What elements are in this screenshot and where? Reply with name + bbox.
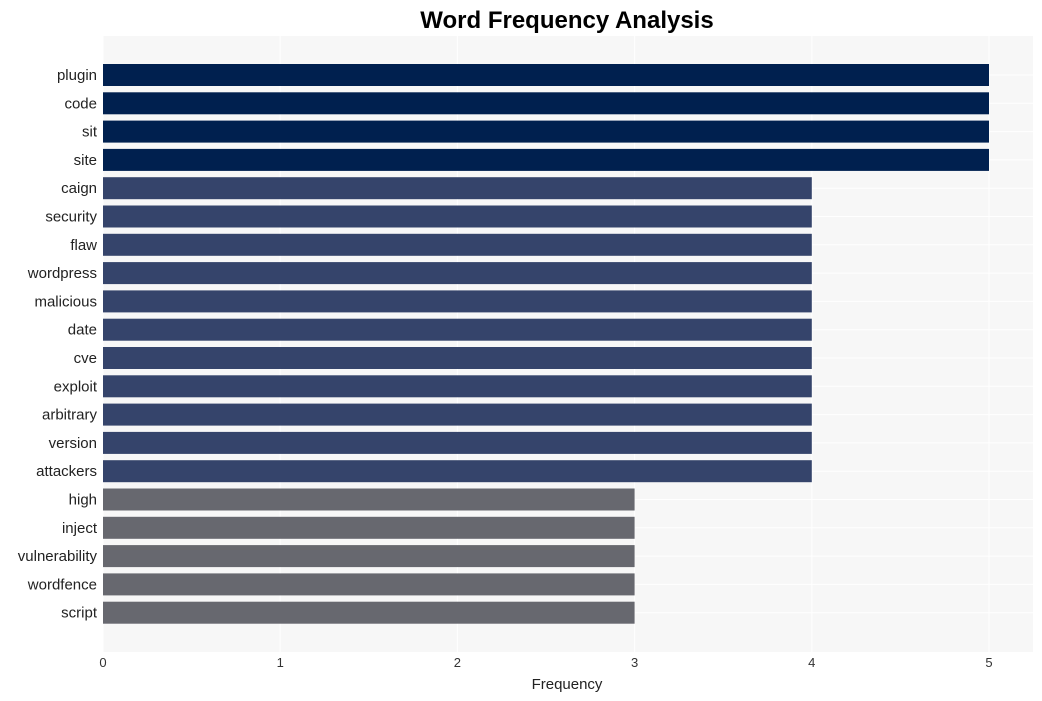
- bar-attackers: [103, 460, 812, 483]
- y-label-flaw: flaw: [70, 237, 97, 254]
- bar-high: [103, 488, 635, 511]
- bar-caign: [103, 177, 812, 200]
- y-label-wordfence: wordfence: [27, 576, 97, 593]
- bar-sit: [103, 120, 989, 143]
- y-label-high: high: [69, 492, 97, 509]
- bar-code: [103, 92, 989, 115]
- y-label-site: site: [74, 152, 97, 169]
- x-tick-label: 5: [985, 655, 992, 670]
- y-label-plugin: plugin: [57, 67, 97, 84]
- bar-vulnerability: [103, 545, 635, 568]
- x-axis-title: Frequency: [532, 676, 603, 693]
- y-label-script: script: [61, 605, 98, 622]
- bar-cve: [103, 347, 812, 369]
- y-label-inject: inject: [62, 520, 98, 537]
- bar-inject: [103, 516, 635, 539]
- y-label-malicious: malicious: [34, 293, 97, 310]
- bar-wordfence: [103, 573, 635, 596]
- y-axis-labels: plugin code sit site caign security flaw wordpr…: [18, 67, 98, 622]
- x-axis-ticks: 0 1 2 3 4 5: [99, 655, 992, 670]
- y-label-sit: sit: [82, 124, 98, 141]
- bar-plugin: [103, 64, 989, 86]
- y-label-security: security: [45, 209, 97, 226]
- bar-script: [103, 601, 635, 624]
- y-label-attackers: attackers: [36, 463, 97, 480]
- bar-version: [103, 431, 812, 454]
- word-frequency-chart: plugin code sit site caign security flaw wordpr…: [18, 7, 1033, 693]
- y-label-date: date: [68, 322, 97, 339]
- x-tick-label: 4: [808, 655, 815, 670]
- y-label-exploit: exploit: [54, 378, 98, 395]
- x-tick-label: 2: [454, 655, 461, 670]
- x-tick-label: 1: [277, 655, 284, 670]
- bar-site: [103, 148, 989, 171]
- y-label-wordpress: wordpress: [27, 265, 97, 282]
- bar-date: [103, 318, 812, 341]
- chart-title: Word Frequency Analysis: [420, 7, 713, 34]
- y-label-vulnerability: vulnerability: [18, 548, 98, 565]
- y-label-caign: caign: [61, 180, 97, 197]
- bar-wordpress: [103, 262, 812, 285]
- bar-flaw: [103, 233, 812, 256]
- y-label-version: version: [49, 435, 97, 452]
- bar-exploit: [103, 375, 812, 398]
- bar-security: [103, 205, 812, 228]
- x-tick-label: 0: [99, 655, 106, 670]
- y-label-arbitrary: arbitrary: [42, 407, 98, 424]
- y-label-cve: cve: [74, 350, 97, 367]
- x-tick-label: 3: [631, 655, 638, 670]
- bar-arbitrary: [103, 403, 812, 426]
- y-label-code: code: [64, 95, 97, 112]
- bar-malicious: [103, 290, 812, 313]
